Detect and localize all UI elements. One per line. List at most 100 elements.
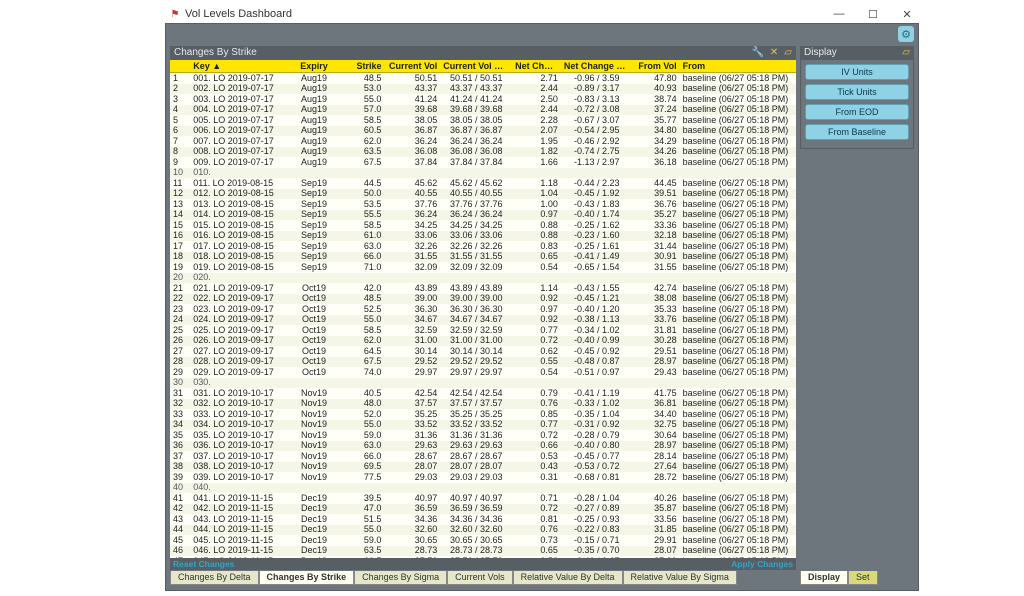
tab-relative-value-by-delta[interactable]: Relative Value By Delta: [513, 571, 623, 585]
column-header[interactable]: Strike: [341, 62, 384, 71]
table-row[interactable]: 17017. LO 2019-08-15Sep1963.032.2632.26 …: [170, 241, 796, 252]
display-tick-units-button[interactable]: Tick Units: [805, 84, 909, 100]
table-row[interactable]: 27027. LO 2019-09-17Oct1964.530.1430.14 …: [170, 346, 796, 357]
cell: 38.08: [633, 294, 680, 303]
reset-changes-button[interactable]: Reset Changes: [170, 559, 237, 569]
table-row[interactable]: 1001. LO 2019-07-17Aug1948.550.5150.51 /…: [170, 73, 796, 84]
table-row[interactable]: 22022. LO 2019-09-17Oct1948.539.0039.00 …: [170, 294, 796, 305]
table-row[interactable]: 10010.: [170, 168, 796, 179]
table-row[interactable]: 19019. LO 2019-08-15Sep1971.032.0932.09 …: [170, 262, 796, 273]
table-row[interactable]: 41041. LO 2019-11-15Dec1939.540.9740.97 …: [170, 493, 796, 504]
table-row[interactable]: 3003. LO 2019-07-17Aug1955.041.2441.24 /…: [170, 94, 796, 105]
table-row[interactable]: 36036. LO 2019-10-17Nov1963.029.6329.63 …: [170, 441, 796, 452]
cell: Sep19: [287, 221, 341, 230]
wrench-icon[interactable]: 🔧: [751, 46, 763, 60]
display-expand-icon[interactable]: ▱: [902, 46, 910, 60]
tab-changes-by-sigma[interactable]: Changes By Sigma: [354, 571, 447, 585]
table-row[interactable]: 38038. LO 2019-10-17Nov1969.528.0728.07 …: [170, 462, 796, 473]
table-row[interactable]: 4004. LO 2019-07-17Aug1957.039.6839.68 /…: [170, 105, 796, 116]
display-from-eod-button[interactable]: From EOD: [805, 104, 909, 120]
column-header[interactable]: Current Vol Range: [440, 62, 512, 71]
cell: 029. LO 2019-09-17: [190, 368, 287, 377]
table-row[interactable]: 18018. LO 2019-08-15Sep1966.031.5531.55 …: [170, 252, 796, 263]
cell: 51.5: [341, 515, 384, 524]
cell: -0.25 / 0.93: [561, 515, 633, 524]
table-row[interactable]: 35035. LO 2019-10-17Nov1959.031.3631.36 …: [170, 430, 796, 441]
table-row[interactable]: 42042. LO 2019-11-15Dec1947.036.5936.59 …: [170, 504, 796, 515]
close-button[interactable]: ✕: [895, 8, 919, 21]
cell: 0.76: [512, 399, 561, 408]
table-row[interactable]: 32032. LO 2019-10-17Nov1948.037.5737.57 …: [170, 399, 796, 410]
table-row[interactable]: 9009. LO 2019-07-17Aug1967.537.8437.84 /…: [170, 157, 796, 168]
table-row[interactable]: 5005. LO 2019-07-17Aug1958.538.0538.05 /…: [170, 115, 796, 126]
table-row[interactable]: 31031. LO 2019-10-17Nov1940.542.5442.54 …: [170, 388, 796, 399]
cell: 39: [170, 473, 190, 482]
table-row[interactable]: 34034. LO 2019-10-17Nov1955.033.5233.52 …: [170, 420, 796, 431]
cell: Oct19: [287, 315, 341, 324]
table-row[interactable]: 30030.: [170, 378, 796, 389]
table-row[interactable]: 6006. LO 2019-07-17Aug1960.536.8736.87 /…: [170, 126, 796, 137]
table-row[interactable]: 8008. LO 2019-07-17Aug1963.536.0836.08 /…: [170, 147, 796, 158]
tab-current-vols[interactable]: Current Vols: [447, 571, 513, 585]
cell: baseline (06/27 05:18 PM): [680, 462, 796, 471]
display-from-baseline-button[interactable]: From Baseline: [805, 124, 909, 140]
cell: -0.28 / 0.79: [561, 431, 633, 440]
cell: Oct19: [287, 368, 341, 377]
column-header[interactable]: Expiry: [287, 62, 341, 71]
cell: 0.66: [512, 441, 561, 450]
table-row[interactable]: 45045. LO 2019-11-15Dec1959.030.6530.65 …: [170, 535, 796, 546]
gear-icon[interactable]: ⚙: [898, 26, 914, 42]
column-header[interactable]: From: [680, 62, 796, 71]
table-row[interactable]: 29029. LO 2019-09-17Oct1974.029.9729.97 …: [170, 367, 796, 378]
table-row[interactable]: 13013. LO 2019-08-15Sep1953.537.7637.76 …: [170, 199, 796, 210]
table-row[interactable]: 24024. LO 2019-09-17Oct1955.034.6734.67 …: [170, 315, 796, 326]
right-tab-set[interactable]: Set: [848, 571, 878, 585]
cell: 041. LO 2019-11-15: [190, 494, 287, 503]
table-row[interactable]: 28028. LO 2019-09-17Oct1967.529.5229.52 …: [170, 357, 796, 368]
table-row[interactable]: 40040.: [170, 483, 796, 494]
right-tab-display[interactable]: Display: [800, 571, 848, 585]
cell: 1.04: [512, 189, 561, 198]
expand-icon[interactable]: ▱: [784, 46, 792, 60]
table-row[interactable]: 16016. LO 2019-08-15Sep1961.033.0633.06 …: [170, 231, 796, 242]
table-row[interactable]: 15015. LO 2019-08-15Sep1958.534.2534.25 …: [170, 220, 796, 231]
table-row[interactable]: 33033. LO 2019-10-17Nov1952.035.2535.25 …: [170, 409, 796, 420]
column-header[interactable]: Key ▲: [190, 62, 287, 71]
minimize-button[interactable]: —: [827, 8, 851, 20]
cell: 39.00 / 39.00: [440, 294, 512, 303]
maximize-button[interactable]: ☐: [861, 8, 885, 21]
window-controls: — ☐ ✕: [827, 5, 919, 23]
column-header[interactable]: Current Vol: [384, 62, 440, 71]
table-row[interactable]: 43043. LO 2019-11-15Dec1951.534.3634.36 …: [170, 514, 796, 525]
table-row[interactable]: 23023. LO 2019-09-17Oct1952.536.3036.30 …: [170, 304, 796, 315]
table-row[interactable]: 12012. LO 2019-08-15Sep1950.040.5540.55 …: [170, 189, 796, 200]
tab-changes-by-strike[interactable]: Changes By Strike: [259, 571, 355, 585]
table-row[interactable]: 39039. LO 2019-10-17Nov1977.529.0329.03 …: [170, 472, 796, 483]
cell: baseline (06/27 05:18 PM): [680, 546, 796, 555]
cell: 038. LO 2019-10-17: [190, 462, 287, 471]
tab-changes-by-delta[interactable]: Changes By Delta: [170, 571, 259, 585]
display-iv-units-button[interactable]: IV Units: [805, 64, 909, 80]
table-row[interactable]: 21021. LO 2019-09-17Oct1942.043.8943.89 …: [170, 283, 796, 294]
table-row[interactable]: 26026. LO 2019-09-17Oct1962.031.0031.00 …: [170, 336, 796, 347]
cell: 41.24: [384, 95, 440, 104]
table-row[interactable]: 11011. LO 2019-08-15Sep1944.545.6245.62 …: [170, 178, 796, 189]
close-panel-icon[interactable]: ✕: [770, 46, 778, 60]
table-row[interactable]: 46046. LO 2019-11-15Dec1963.528.7328.73 …: [170, 546, 796, 557]
table-row[interactable]: 7007. LO 2019-07-17Aug1962.036.2436.24 /…: [170, 136, 796, 147]
cell: -0.67 / 3.07: [561, 116, 633, 125]
tab-relative-value-by-sigma[interactable]: Relative Value By Sigma: [623, 571, 737, 585]
column-header[interactable]: Net Change Range: [561, 62, 633, 71]
table-row[interactable]: 2002. LO 2019-07-17Aug1953.043.3743.37 /…: [170, 84, 796, 95]
table-row[interactable]: 20020.: [170, 273, 796, 284]
cell: 77.5: [341, 473, 384, 482]
table-row[interactable]: 44044. LO 2019-11-15Dec1955.032.6032.60 …: [170, 525, 796, 536]
apply-changes-button[interactable]: Apply Changes: [728, 559, 796, 569]
cell: 29.03 / 29.03: [440, 473, 512, 482]
column-header[interactable]: Net Chan...: [512, 62, 561, 71]
cell: 0.85: [512, 410, 561, 419]
table-row[interactable]: 25025. LO 2019-09-17Oct1958.532.5932.59 …: [170, 325, 796, 336]
table-row[interactable]: 37037. LO 2019-10-17Nov1966.028.6728.67 …: [170, 451, 796, 462]
table-row[interactable]: 14014. LO 2019-08-15Sep1955.536.2436.24 …: [170, 210, 796, 221]
column-header[interactable]: From Vol: [633, 62, 680, 71]
